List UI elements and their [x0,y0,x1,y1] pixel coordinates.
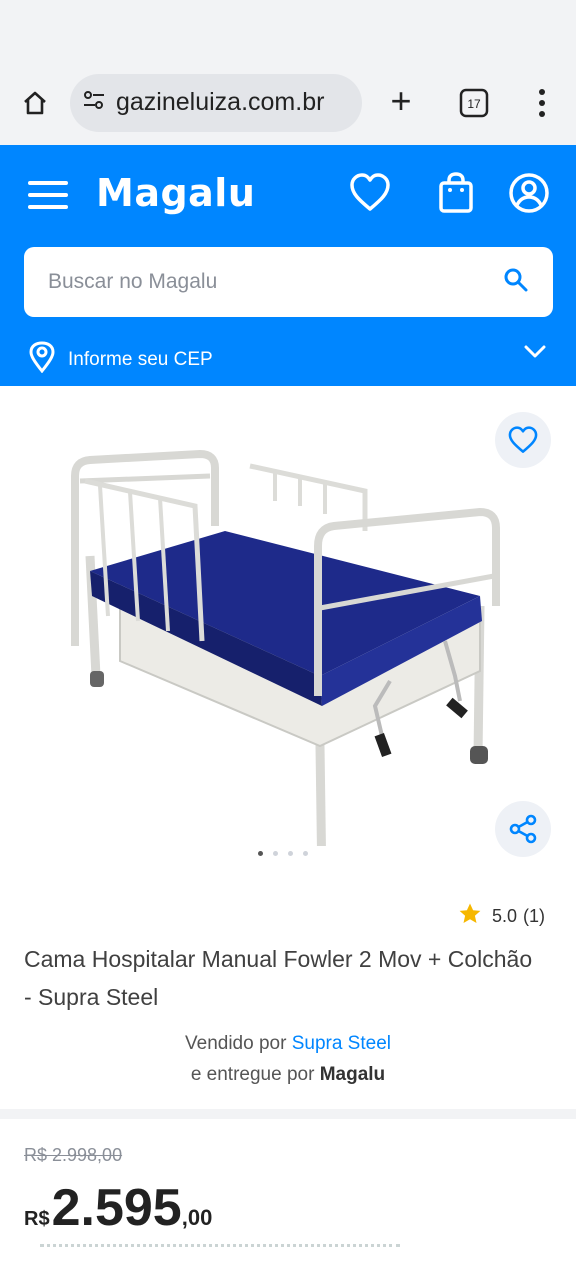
old-price: R$ 2.998,00 [24,1145,123,1165]
new-tab-button[interactable]: + [386,83,416,120]
product-image[interactable] [60,446,510,846]
pagination-dot[interactable] [288,851,293,856]
bag-icon[interactable] [436,171,480,215]
delivered-by-name: Magalu [319,1064,386,1085]
product-title: Cama Hospitalar Manual Fowler 2 Mov + Co… [24,946,533,1010]
pagination-dot[interactable] [273,851,278,856]
browser-toolbar: gazineluiza.com.br + 17 [0,60,576,145]
seller-link[interactable]: Supra Steel [292,1033,391,1054]
location-pin-icon [28,341,56,379]
sold-by-label: Vendido por [185,1033,287,1054]
product-rating[interactable]: 5.0 (1) [458,902,545,931]
magalu-logo[interactable]: Magalu [96,171,255,215]
delivered-by-label: e entregue por [190,1064,315,1085]
current-price: R$ 2.595 ,00 [24,1178,212,1238]
product-gallery[interactable] [0,386,576,857]
status-bar [0,0,576,60]
seller-info: Vendido por Supra Steel e entregue por M… [0,1028,576,1090]
cep-label: Informe seu CEP [68,349,213,370]
menu-icon[interactable] [28,181,68,209]
rating-count: (1) [523,906,546,926]
tab-count: 17 [467,97,481,111]
cep-selector[interactable]: Informe seu CEP [28,341,213,379]
pagination-dot[interactable] [303,851,308,856]
pagination-dot[interactable] [258,851,263,856]
price-cents: ,00 [181,1205,213,1230]
chevron-down-icon[interactable] [524,345,546,364]
account-icon[interactable] [507,171,551,215]
site-header: Magalu Buscar no Magalu Informe seu CEP [0,145,576,386]
share-button[interactable] [495,801,551,857]
rating-value: 5.0 [492,906,518,926]
star-icon [458,902,482,931]
favorites-icon[interactable] [348,171,392,215]
home-icon[interactable] [20,88,50,118]
search-icon[interactable] [503,267,529,298]
tabs-button[interactable]: 17 [459,88,489,123]
more-options-icon[interactable] [530,88,554,118]
price-integer: 2.595 [51,1179,182,1237]
address-bar[interactable]: gazineluiza.com.br [70,73,362,132]
price-currency: R$ [24,1208,50,1230]
url-text: gazineluiza.com.br [116,88,325,116]
image-pagination [258,851,308,856]
site-settings-icon[interactable] [82,90,106,115]
truncated-installments-line [40,1244,400,1247]
search-input[interactable]: Buscar no Magalu [48,270,503,294]
search-bar[interactable]: Buscar no Magalu [24,247,553,317]
section-divider [0,1109,576,1119]
